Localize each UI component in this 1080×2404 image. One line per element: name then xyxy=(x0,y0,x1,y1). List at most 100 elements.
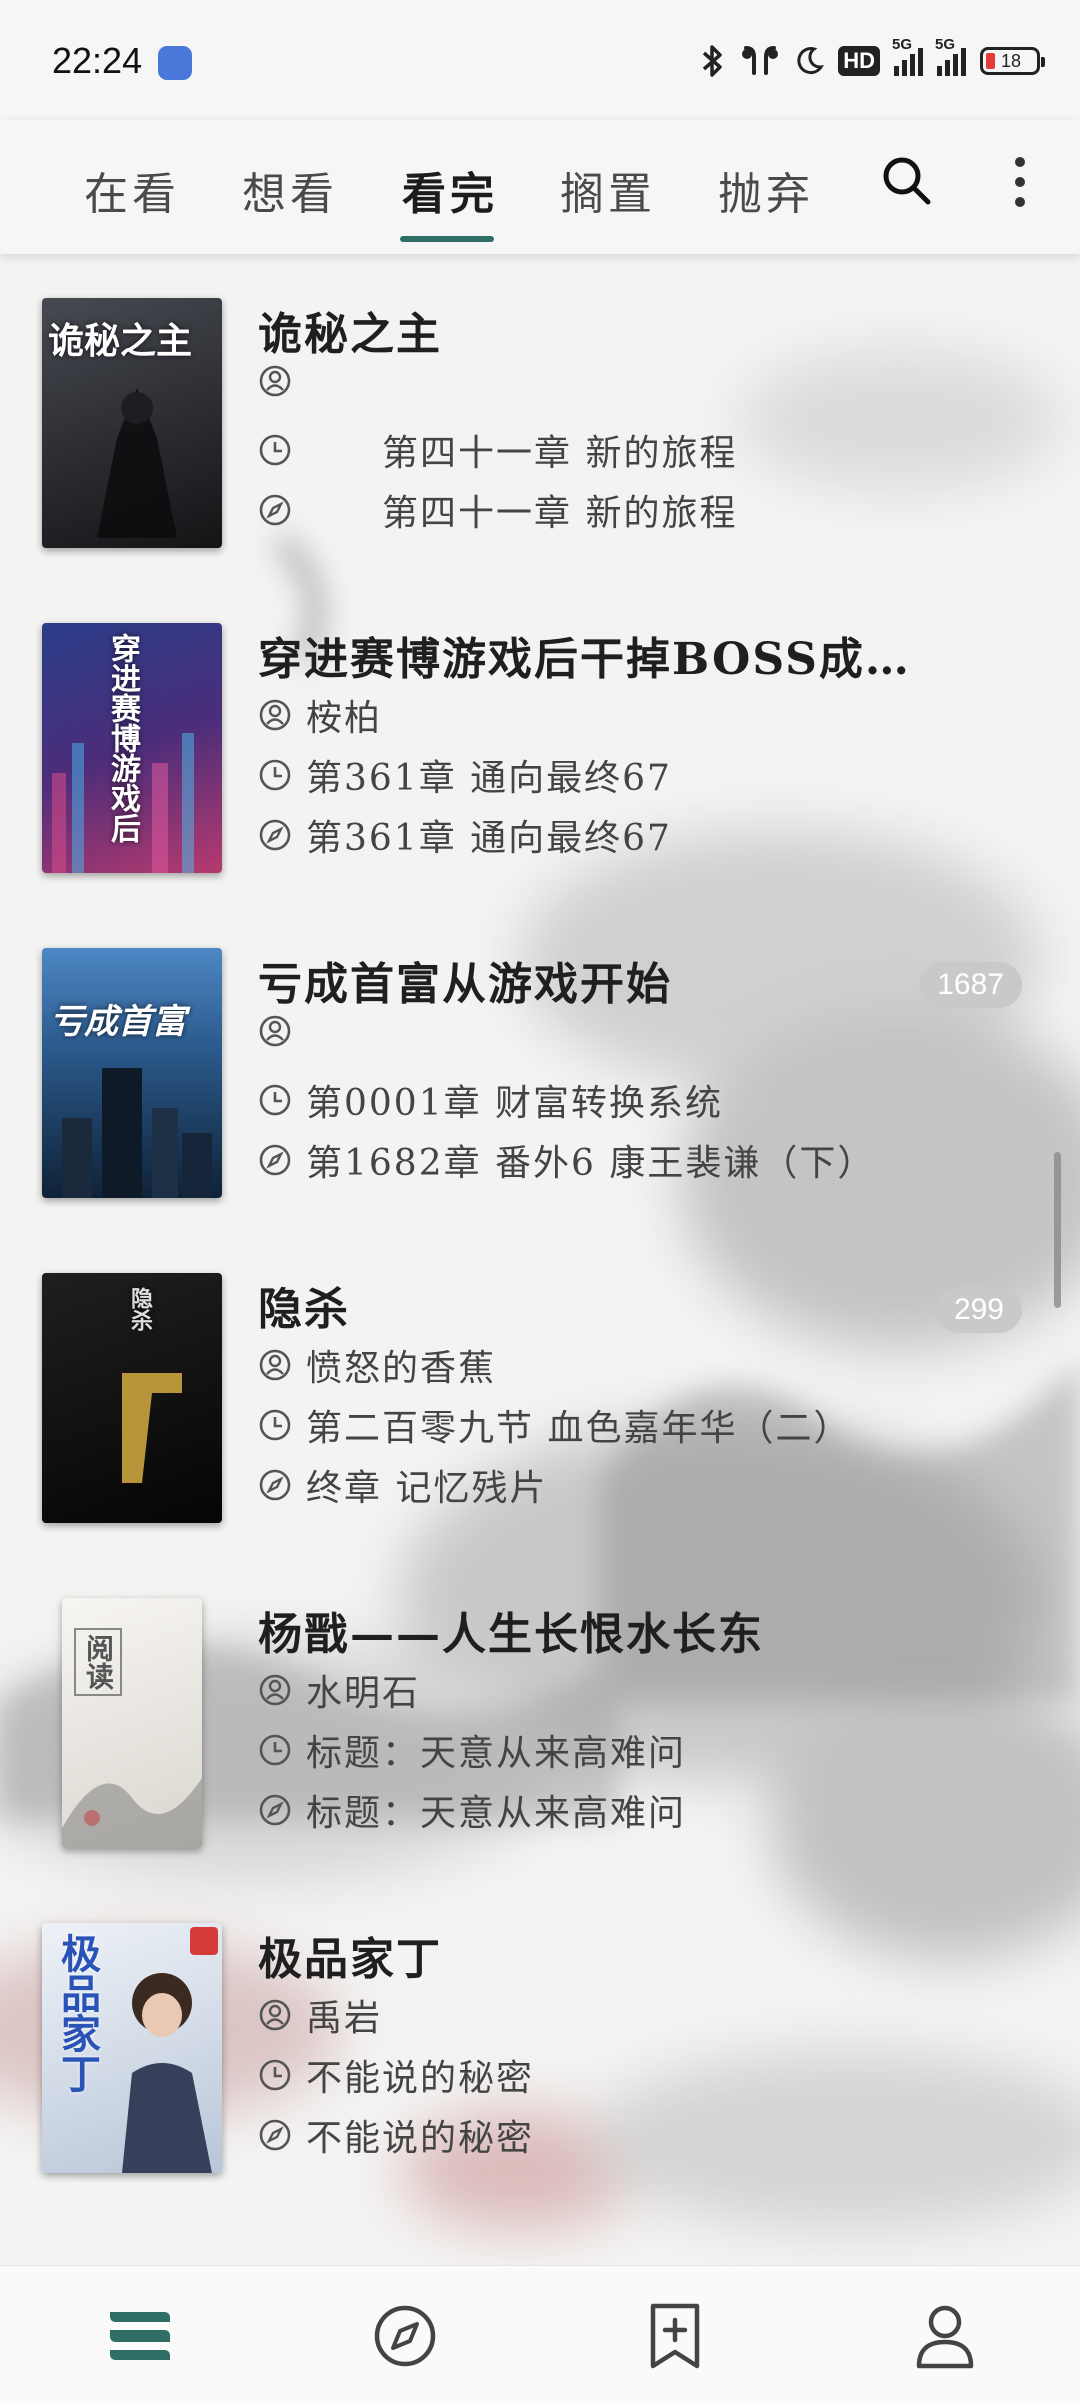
tab-abandoned[interactable]: 抛弃 xyxy=(718,158,814,222)
top-tab-bar: 在看 想看 看完 搁置 抛弃 xyxy=(0,120,1080,254)
book-title: 隐杀 xyxy=(258,1284,350,1335)
compass-icon xyxy=(259,1469,291,1501)
author-icon xyxy=(259,365,291,397)
author-icon xyxy=(259,1015,291,1047)
author-name: 桉柏 xyxy=(306,698,383,739)
book-last-read: 第0001章 财富转换系统 xyxy=(258,1074,723,1126)
clock-icon xyxy=(259,759,291,791)
last-read-chapter: 不能说的秘密 xyxy=(306,2058,535,2099)
status-time: 22:24 xyxy=(52,40,143,81)
book-author: 禹岩 xyxy=(258,1989,382,2041)
cover-publisher-badge xyxy=(190,1927,218,1955)
book-list: 诡秘之主 诡秘之主 第四十一章 新的旅程 第四十一章 新的旅程 穿进赛博游戏后 … xyxy=(0,254,1080,2204)
sim1-network-label: 5G xyxy=(892,36,913,53)
compass-icon xyxy=(259,2119,291,2151)
cover-gun-illustration xyxy=(122,1373,182,1483)
book-last-read: 标题：天意从来高难问 xyxy=(258,1724,686,1776)
book-title: 诡秘之主 xyxy=(258,309,442,360)
scrollbar-thumb[interactable] xyxy=(1054,1152,1061,1308)
clock-icon xyxy=(259,1734,291,1766)
latest-chapter: 标题：天意从来高难问 xyxy=(306,1793,687,1834)
book-title: 极品家丁 xyxy=(258,1934,442,1985)
bookshelf-icon[interactable] xyxy=(100,2296,180,2376)
cover-figure-illustration xyxy=(97,388,177,538)
book-row[interactable]: 阅读 杨戬——人生长恨水长东 水明石 标题：天意从来高难问 标题：天意从来高难问 xyxy=(0,1554,1080,1879)
bottom-navigation xyxy=(0,2265,1080,2404)
book-latest-chapter: 第361章 通向最终67 xyxy=(258,809,672,861)
last-read-chapter: 第二百零九节 血色嘉年华（二） xyxy=(306,1408,852,1449)
battery-level-fill xyxy=(986,53,995,69)
author-name: 水明石 xyxy=(306,1673,421,1714)
unread-count-badge: 1687 xyxy=(919,962,1022,1008)
search-icon[interactable] xyxy=(878,152,934,208)
status-icons: HD 5G 5G 18 xyxy=(700,36,1045,82)
book-author: 桉柏 xyxy=(258,689,382,741)
clock-icon xyxy=(259,2059,291,2091)
cover-title: 极品家丁 xyxy=(54,1933,101,2093)
last-read-chapter: 第361章 通向最终67 xyxy=(306,758,672,799)
cover-title: 诡秘之主 xyxy=(48,320,193,362)
signal-sim2-icon: 5G xyxy=(935,36,966,76)
book-latest-chapter: 不能说的秘密 xyxy=(258,2109,534,2161)
notification-app-icon xyxy=(158,46,192,80)
hd-voice-badge: HD xyxy=(838,46,880,76)
book-last-read: 第四十一章 新的旅程 xyxy=(258,424,737,476)
book-title: 亏成首富从游戏开始 xyxy=(258,959,672,1010)
cover-title: 阅读 xyxy=(74,1628,122,1696)
book-latest-chapter: 标题：天意从来高难问 xyxy=(258,1784,686,1836)
compass-icon xyxy=(259,494,291,526)
cover-title: 隐杀 xyxy=(127,1287,153,1331)
bookmark-add-icon[interactable] xyxy=(635,2296,715,2376)
book-author: 水明石 xyxy=(258,1664,420,1716)
author-icon xyxy=(259,1674,291,1706)
tab-shelved[interactable]: 搁置 xyxy=(560,158,656,222)
book-cover[interactable]: 阅读 xyxy=(62,1598,202,1848)
book-row[interactable]: 极品家丁 极品家丁 禹岩 不能说的秘密 不能说的秘密 xyxy=(0,1879,1080,2204)
book-last-read: 第二百零九节 血色嘉年华（二） xyxy=(258,1399,851,1451)
book-latest-chapter: 第四十一章 新的旅程 xyxy=(258,484,737,536)
person-icon[interactable] xyxy=(905,2296,985,2376)
last-read-chapter: 第四十一章 新的旅程 xyxy=(306,433,738,474)
author-icon xyxy=(259,1999,291,2031)
last-read-chapter: 标题：天意从来高难问 xyxy=(306,1733,687,1774)
book-cover[interactable]: 诡秘之主 xyxy=(42,298,222,548)
book-last-read: 第361章 通向最终67 xyxy=(258,749,672,801)
book-author xyxy=(258,364,306,398)
latest-chapter: 第361章 通向最终67 xyxy=(306,818,672,859)
clock-icon xyxy=(259,1084,291,1116)
cover-city-illustration xyxy=(52,733,194,873)
book-latest-chapter: 第1682章 番外6 康王裴谦（下） xyxy=(258,1134,875,1186)
book-row[interactable]: 隐杀 隐杀 299 愤怒的香蕉 第二百零九节 血色嘉年华（二） 终章 记忆残片 xyxy=(0,1229,1080,1554)
sim2-network-label: 5G xyxy=(935,36,956,53)
book-row[interactable]: 穿进赛博游戏后 穿进赛博游戏后干掉BOSS成… 桉柏 第361章 通向最终67 … xyxy=(0,579,1080,904)
book-row[interactable]: 亏成首富 亏成首富从游戏开始 1687 第0001章 财富转换系统 第1682章… xyxy=(0,904,1080,1229)
author-name: 愤怒的香蕉 xyxy=(306,1348,497,1389)
tab-finished[interactable]: 看完 xyxy=(402,158,498,222)
latest-chapter: 不能说的秘密 xyxy=(306,2118,535,2159)
compass-icon[interactable] xyxy=(365,2296,445,2376)
book-title: 杨戬——人生长恨水长东 xyxy=(258,1609,764,1660)
latest-chapter: 终章 记忆残片 xyxy=(306,1468,548,1509)
book-cover[interactable]: 穿进赛博游戏后 xyxy=(42,623,222,873)
author-icon xyxy=(259,1349,291,1381)
clock-icon xyxy=(259,1409,291,1441)
battery-level: 18 xyxy=(1001,50,1022,71)
book-cover[interactable]: 极品家丁 xyxy=(42,1923,222,2173)
active-tab-indicator xyxy=(400,236,494,242)
moon-icon xyxy=(797,47,825,75)
tab-want-read[interactable]: 想看 xyxy=(242,158,338,222)
tab-reading[interactable]: 在看 xyxy=(84,158,180,222)
book-cover[interactable]: 隐杀 xyxy=(42,1273,222,1523)
author-icon xyxy=(259,699,291,731)
compass-icon xyxy=(259,1794,291,1826)
latest-chapter: 第1682章 番外6 康王裴谦（下） xyxy=(306,1143,876,1184)
unread-count-badge: 299 xyxy=(935,1287,1022,1333)
book-cover[interactable]: 亏成首富 xyxy=(42,948,222,1198)
book-row[interactable]: 诡秘之主 诡秘之主 第四十一章 新的旅程 第四十一章 新的旅程 xyxy=(0,254,1080,579)
latest-chapter: 第四十一章 新的旅程 xyxy=(306,493,738,534)
author-name: 禹岩 xyxy=(306,1998,383,2039)
more-options-icon[interactable] xyxy=(1004,154,1036,210)
compass-icon xyxy=(259,819,291,851)
earbuds-icon xyxy=(742,46,779,75)
last-read-chapter: 第0001章 财富转换系统 xyxy=(306,1083,724,1124)
